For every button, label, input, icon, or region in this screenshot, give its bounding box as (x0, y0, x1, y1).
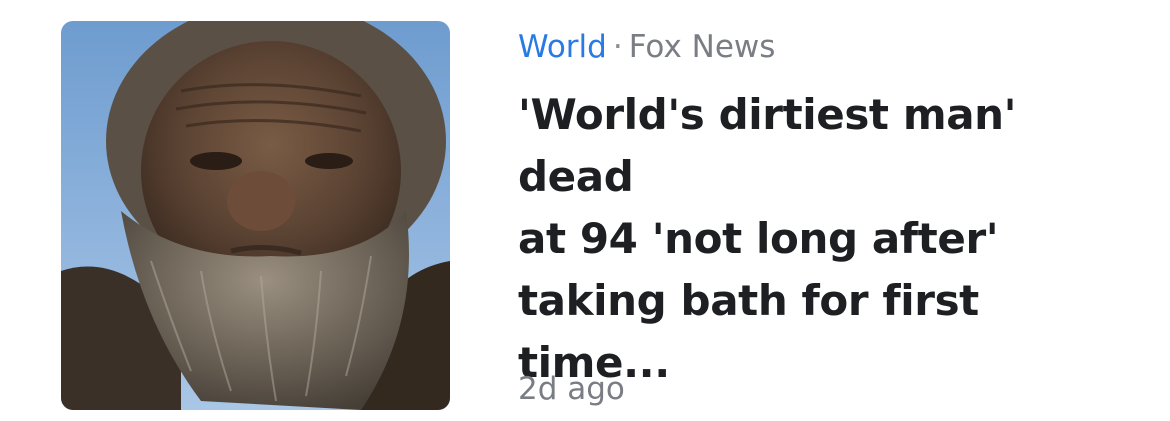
source-name[interactable]: Fox News (629, 29, 776, 65)
headline-line: 'World's dirtiest man' dead (518, 90, 1017, 201)
category-link[interactable]: World (518, 29, 607, 65)
bearded-man-photo (61, 21, 450, 410)
article-thumbnail[interactable] (61, 21, 450, 410)
meta-separator: · (612, 29, 623, 65)
headline-line: at 94 'not long after' (518, 214, 999, 263)
timestamp: 2d ago (518, 371, 625, 407)
news-card[interactable]: World · Fox News 'World's dirtiest man' de… (0, 0, 1170, 421)
article-meta: World · Fox News (518, 26, 775, 68)
article-headline[interactable]: 'World's dirtiest man' dead at 94 'not l… (518, 84, 1118, 394)
